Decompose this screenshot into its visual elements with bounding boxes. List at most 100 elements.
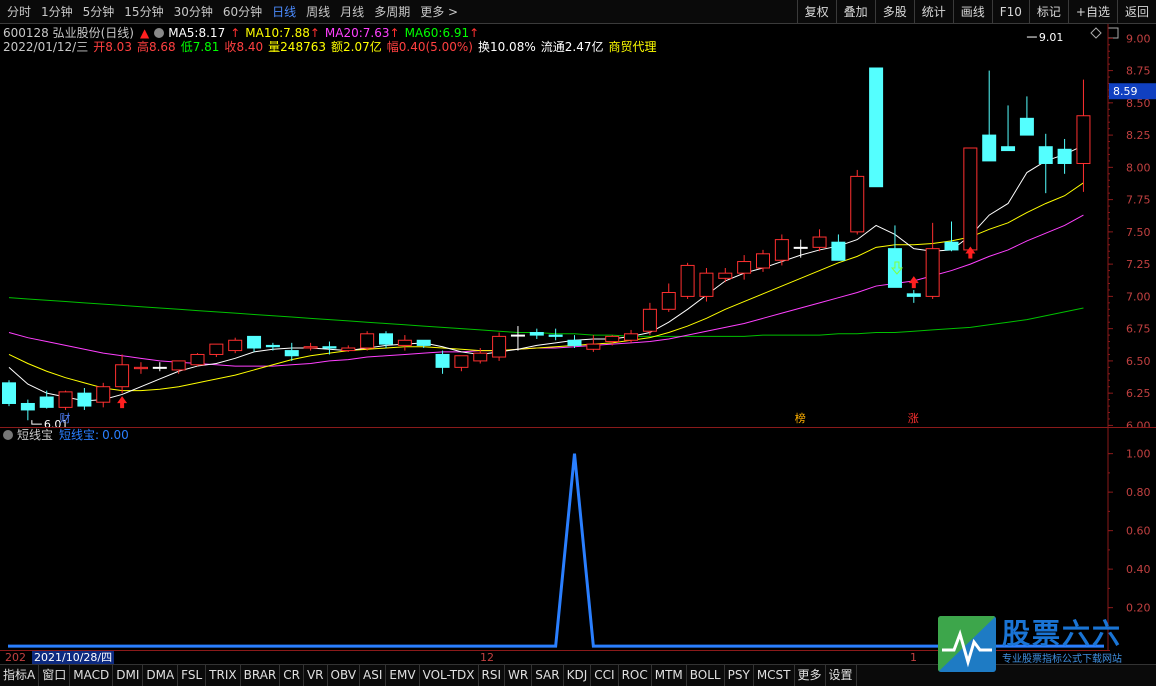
indicator-tab-5[interactable]: FSL [178, 665, 207, 686]
candle-body [925, 248, 940, 297]
indicator-tab-0[interactable]: 指标A [0, 665, 40, 686]
indicator-tab-20[interactable]: MTM [652, 665, 687, 686]
candle [1076, 79, 1091, 192]
ma20-line [8, 214, 1084, 367]
indicator-tab-11[interactable]: ASI [360, 665, 387, 686]
tool-button-7[interactable]: +自选 [1067, 0, 1117, 24]
indicator-tab-8[interactable]: CR [280, 665, 304, 686]
indicator-tab-21[interactable]: BOLL [687, 665, 725, 686]
red-arrow-icon [908, 276, 919, 289]
chevron-down-icon[interactable] [3, 430, 13, 440]
candle-body [982, 134, 997, 162]
indicator-tab-22[interactable]: PSY [725, 665, 754, 686]
event-marker: 涨 [908, 412, 919, 425]
candle [2, 380, 16, 407]
indicator-tab-14[interactable]: RSI [479, 665, 506, 686]
candle-body [510, 334, 525, 337]
indicator-tab-24[interactable]: 更多 [795, 665, 826, 686]
right-tools: 复权 叠加 多股 统计 画线 F10 标记 +自选 返回 [796, 0, 1156, 24]
candle [1001, 105, 1016, 152]
indicator-tab-15[interactable]: WR [505, 665, 533, 686]
candle-body [152, 366, 167, 369]
indicator-name[interactable]: 短线宝 [17, 428, 53, 443]
tab-9[interactable]: 多周期 [369, 0, 415, 24]
indicator-tab-25[interactable]: 设置 [826, 665, 857, 686]
candle [812, 229, 827, 252]
tab-2[interactable]: 5分钟 [78, 0, 120, 24]
tool-button-4[interactable]: 画线 [952, 0, 992, 24]
candle [529, 328, 544, 339]
price-tick-label: 7.50 [1126, 226, 1151, 239]
candle [982, 70, 997, 162]
price-chart[interactable]: 9.008.758.508.258.007.757.507.257.006.75… [0, 24, 1156, 428]
price-tick-label: 7.25 [1126, 258, 1151, 271]
tool-button-8[interactable]: 返回 [1116, 0, 1156, 24]
indicator-tab-12[interactable]: EMV [386, 665, 420, 686]
candle-body [869, 67, 884, 188]
candle-body [2, 382, 16, 404]
tab-6[interactable]: 日线 [267, 0, 301, 24]
candle-body [793, 246, 808, 249]
indicator-tab-6[interactable]: TRIX [206, 665, 241, 686]
tool-button-3[interactable]: 统计 [913, 0, 953, 24]
indicator-tab-23[interactable]: MCST [754, 665, 795, 686]
candle [190, 353, 205, 367]
indicator-tab-3[interactable]: DMI [113, 665, 144, 686]
date-tick-1: 1 [910, 651, 917, 664]
tool-button-0[interactable]: 复权 [796, 0, 836, 24]
tool-button-5[interactable]: F10 [991, 0, 1029, 24]
indicator-tab-2[interactable]: MACD [70, 665, 114, 686]
candle [642, 302, 657, 336]
price-tick-label: 6.75 [1126, 323, 1151, 336]
candle-body [1057, 148, 1072, 164]
candle [737, 255, 752, 280]
price-tick-label: 6.50 [1126, 355, 1151, 368]
current-price-label: 8.59 [1113, 85, 1138, 98]
candle-body [774, 239, 789, 261]
indicator-tab-17[interactable]: KDJ [564, 665, 592, 686]
candle [360, 331, 375, 351]
candle-body [58, 391, 73, 408]
candle [699, 268, 714, 302]
candle [850, 169, 865, 235]
candle [133, 362, 148, 374]
candle-body [605, 335, 620, 343]
tool-button-2[interactable]: 多股 [874, 0, 914, 24]
indicator-tab-9[interactable]: VR [304, 665, 328, 686]
candle-body [699, 272, 714, 297]
candle-body [171, 360, 186, 371]
candle-body [963, 147, 978, 251]
candle-body [133, 366, 148, 370]
tab-0[interactable]: 分时 [2, 0, 36, 24]
indicator-tab-16[interactable]: SAR [532, 665, 564, 686]
candle-body [1001, 146, 1016, 152]
tab-5[interactable]: 60分钟 [218, 0, 267, 24]
tab-8[interactable]: 月线 [335, 0, 369, 24]
tab-4[interactable]: 30分钟 [169, 0, 218, 24]
watermark-subtitle: 专业股票指标公式下载网站 [1002, 654, 1122, 665]
indicator-tick-label: 1.00 [1126, 448, 1151, 461]
candle-body [454, 355, 469, 368]
tab-10[interactable]: 更多 > [415, 0, 463, 24]
watermark-logo [938, 616, 996, 672]
tool-button-6[interactable]: 标记 [1028, 0, 1068, 24]
indicator-tab-19[interactable]: ROC [619, 665, 652, 686]
candle [718, 268, 733, 283]
indicator-tab-10[interactable]: OBV [328, 665, 361, 686]
tab-1[interactable]: 1分钟 [36, 0, 78, 24]
candle [774, 234, 789, 266]
candle [548, 328, 563, 341]
indicator-tab-18[interactable]: CCI [591, 665, 619, 686]
tool-button-1[interactable]: 叠加 [835, 0, 875, 24]
indicator-tab-13[interactable]: VOL-TDX [420, 665, 479, 686]
candle [793, 239, 808, 258]
price-tick-label: 8.75 [1126, 65, 1151, 78]
period-tabs: 分时 1分钟 5分钟 15分钟 30分钟 60分钟 日线 周线 月线 多周期 更多 > [2, 0, 463, 24]
tab-3[interactable]: 15分钟 [119, 0, 168, 24]
indicator-tab-1[interactable]: 窗口 [39, 665, 71, 686]
indicator-tab-7[interactable]: BRAR [241, 665, 281, 686]
tab-7[interactable]: 周线 [301, 0, 335, 24]
candle [152, 362, 167, 372]
candle-body [529, 332, 544, 336]
indicator-tab-4[interactable]: DMA [143, 665, 179, 686]
